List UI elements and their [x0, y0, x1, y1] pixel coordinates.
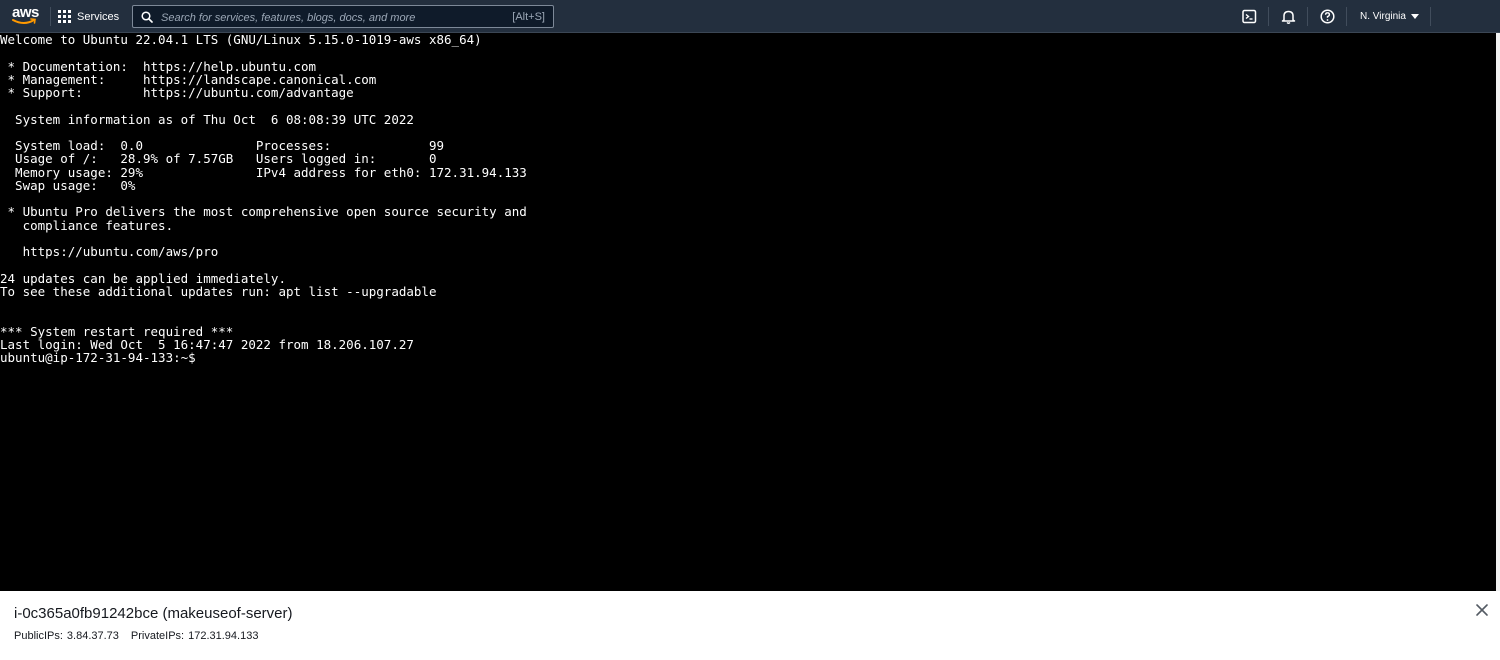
terminal-line: System load: 0.0 Processes: 99 [0, 138, 445, 153]
instance-title: i-0c365a0fb91242bce (makeuseof-server) [14, 605, 293, 622]
terminal-line: * Ubuntu Pro delivers the most comprehen… [0, 204, 527, 220]
search-shortcut-hint: [Alt+S] [512, 11, 545, 23]
instance-info-panel: i-0c365a0fb91242bce (makeuseof-server) P… [0, 591, 1500, 660]
divider [1307, 7, 1308, 26]
terminal-line: Last login: Wed Oct 5 16:47:47 2022 from… [0, 336, 414, 352]
search-input[interactable] [159, 7, 503, 28]
terminal-prompt[interactable]: ubuntu@ip-172-31-94-133:~$ [0, 351, 1496, 365]
terminal-scrollbar[interactable] [1496, 33, 1500, 591]
bell-icon[interactable] [1280, 8, 1297, 25]
terminal-line: 24 updates can be applied immediately. [0, 270, 286, 286]
terminal-line: Memory usage: 29% IPv4 address for eth0:… [0, 164, 527, 180]
search-box[interactable]: [Alt+S] [132, 5, 554, 28]
terminal-line: compliance features. [0, 217, 174, 233]
caret-down-icon [1410, 14, 1419, 19]
services-label: Services [77, 10, 120, 23]
private-ips: PrivateIPs: 172.31.94.133 [131, 630, 259, 642]
cloudshell-icon[interactable] [1241, 8, 1258, 25]
aws-smile-icon [12, 18, 36, 24]
terminal-line: To see these additional updates run: apt… [0, 283, 437, 299]
region-selector[interactable]: N. Virginia [1360, 0, 1419, 33]
divider [1346, 7, 1347, 26]
public-ips: PublicIPs: 3.84.37.73 [14, 630, 119, 642]
public-ips-label: PublicIPs: [14, 630, 63, 642]
divider [50, 7, 51, 26]
close-icon[interactable] [1475, 603, 1489, 617]
terminal-output: Welcome to Ubuntu 22.04.1 LTS (GNU/Linux… [0, 33, 1496, 364]
divider [1268, 7, 1269, 26]
terminal-line: Usage of /: 28.9% of 7.57GB Users logged… [0, 151, 437, 167]
instance-ips: PublicIPs: 3.84.37.73 PrivateIPs: 172.31… [14, 630, 258, 642]
terminal-line: Swap usage: 0% [0, 177, 136, 193]
terminal-line: * Support: https://ubuntu.com/advantage [0, 85, 354, 100]
aws-logo[interactable]: aws [12, 5, 39, 27]
private-ips-label: PrivateIPs: [130, 630, 185, 642]
terminal-window[interactable]: Welcome to Ubuntu 22.04.1 LTS (GNU/Linux… [0, 33, 1496, 591]
help-icon[interactable] [1319, 8, 1336, 25]
public-ips-value: 3.84.37.73 [66, 630, 119, 642]
search-icon [141, 11, 153, 23]
top-navigation-bar: aws Services [Alt+S] [0, 0, 1500, 33]
private-ips-value: 172.31.94.133 [188, 630, 259, 642]
terminal-line: System information as of Thu Oct 6 08:08… [0, 111, 414, 127]
terminal-line: *** System restart required *** [0, 323, 234, 339]
services-menu-button[interactable]: Services [58, 0, 119, 33]
terminal-line: * Management: https://landscape.canonica… [0, 71, 377, 87]
region-label: N. Virginia [1360, 11, 1406, 22]
terminal-line: https://ubuntu.com/aws/pro [0, 244, 219, 259]
divider [1430, 7, 1431, 26]
grid-icon [58, 10, 71, 23]
terminal-line: Welcome to Ubuntu 22.04.1 LTS (GNU/Linux… [0, 33, 482, 47]
terminal-line: * Documentation: https://help.ubuntu.com [0, 58, 317, 74]
